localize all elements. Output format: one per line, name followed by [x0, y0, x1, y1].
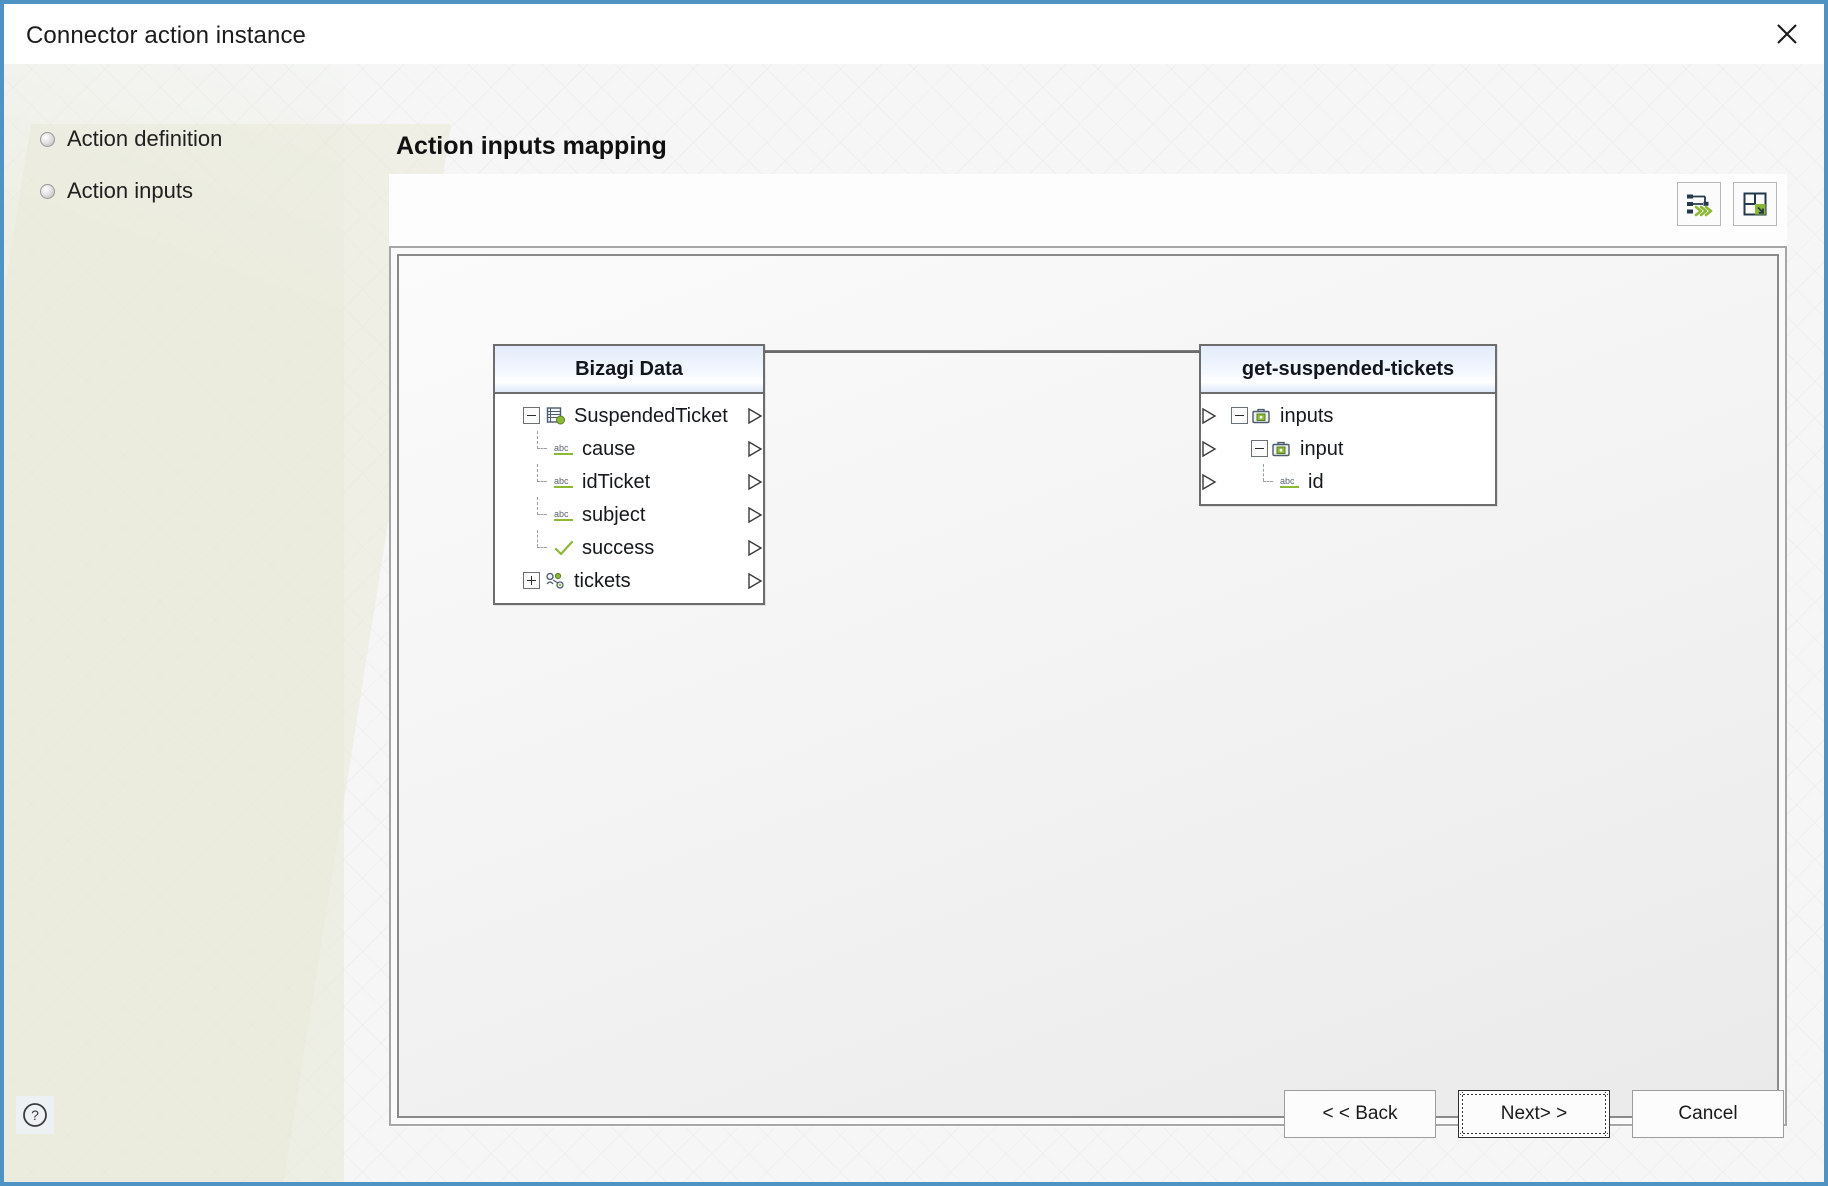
svg-text:abc: abc	[1280, 476, 1295, 486]
row-label: tickets	[574, 569, 631, 592]
row-label: id	[1308, 470, 1324, 493]
row-label: cause	[582, 437, 636, 460]
row-label: inputs	[1280, 404, 1334, 427]
tree-branch-line	[531, 431, 553, 457]
tree-branch-line	[1257, 464, 1279, 490]
port-icon[interactable]	[746, 407, 764, 425]
target-node-title: get-suspended-tickets	[1201, 346, 1495, 394]
mapping-panel: Bizagi Data SuspendedTicket abc cause ab…	[389, 174, 1787, 1127]
table-row[interactable]: abc subject	[495, 497, 764, 531]
back-button[interactable]: < < Back	[1284, 1090, 1436, 1138]
sidebar-item-action-inputs[interactable]: Action inputs	[40, 178, 330, 204]
port-icon-mapped[interactable]	[746, 473, 764, 491]
row-label: success	[582, 536, 655, 559]
row-label: subject	[582, 503, 646, 526]
mapping-toolbar	[1677, 182, 1777, 226]
svg-text:abc: abc	[554, 509, 569, 519]
layout-button[interactable]	[1733, 182, 1777, 226]
port-icon[interactable]	[746, 506, 764, 524]
help-icon[interactable]: ?	[16, 1096, 54, 1134]
source-node-title: Bizagi Data	[495, 346, 763, 394]
entity-icon	[545, 406, 567, 426]
cancel-button[interactable]: Cancel	[1632, 1090, 1784, 1138]
row-label: input	[1300, 437, 1344, 460]
table-row[interactable]: tickets	[495, 564, 763, 597]
port-icon[interactable]	[746, 539, 764, 557]
check-boolean-icon	[553, 538, 575, 558]
page-title: Action inputs mapping	[396, 132, 667, 160]
dialog-body: Action definition Action inputs Action i…	[4, 64, 1824, 1182]
connector-action-instance-dialog: Connector action instance Action definit…	[0, 0, 1828, 1186]
table-row[interactable]: abc idTicket	[495, 464, 764, 498]
abc-string-icon: abc	[553, 472, 575, 492]
source-node-rows: SuspendedTicket abc cause abc idTicket a…	[495, 394, 763, 603]
row-label: SuspendedTicket	[574, 404, 728, 427]
source-node-bizagi-data[interactable]: Bizagi Data SuspendedTicket abc cause ab…	[493, 344, 765, 605]
next-button[interactable]: Next> >	[1458, 1090, 1610, 1138]
wizard-steps-nav: Action definition Action inputs	[40, 126, 330, 230]
table-row[interactable]: input	[1201, 432, 1495, 465]
layout-arrange-icon	[1741, 190, 1769, 218]
tree-branch-line	[531, 464, 553, 490]
table-row[interactable]: inputs	[1201, 399, 1495, 432]
dialog-button-bar: < < Back Next> > Cancel	[1284, 1090, 1784, 1138]
port-icon[interactable]	[746, 572, 764, 590]
table-row[interactable]: SuspendedTicket	[495, 399, 763, 432]
collapse-toggle-icon[interactable]	[523, 407, 540, 424]
sidebar-item-label: Action inputs	[67, 178, 193, 203]
table-row[interactable]: abc id	[1200, 464, 1495, 498]
radio-bullet-icon	[40, 183, 55, 199]
port-icon[interactable]	[1200, 440, 1218, 458]
auto-map-icon	[1685, 190, 1713, 218]
abc-string-icon: abc	[553, 505, 575, 525]
collapse-toggle-icon[interactable]	[1251, 440, 1268, 457]
dialog-footer: ? < < Back Next> > Cancel	[4, 1062, 1824, 1182]
window-title: Connector action instance	[26, 22, 306, 49]
tree-branch-line	[531, 497, 553, 523]
expand-toggle-icon[interactable]	[523, 572, 540, 589]
target-node-rows: inputs input abc id	[1201, 394, 1495, 504]
abc-string-icon: abc	[553, 439, 575, 459]
auto-map-button[interactable]	[1677, 182, 1721, 226]
port-icon[interactable]	[746, 440, 764, 458]
title-bar: Connector action instance	[4, 4, 1824, 64]
port-icon-mapped[interactable]	[1200, 473, 1218, 491]
briefcase-icon	[1251, 406, 1273, 426]
briefcase-icon	[1271, 439, 1293, 459]
target-node-get-suspended-tickets[interactable]: get-suspended-tickets inputs input abc i…	[1199, 344, 1497, 506]
background-watermark-gradient	[4, 64, 344, 1182]
tree-branch-line	[531, 530, 553, 556]
svg-text:abc: abc	[554, 476, 569, 486]
svg-text:?: ?	[31, 1107, 39, 1123]
mapping-canvas-frame: Bizagi Data SuspendedTicket abc cause ab…	[389, 246, 1787, 1126]
mapping-canvas[interactable]: Bizagi Data SuspendedTicket abc cause ab…	[397, 254, 1779, 1118]
close-icon[interactable]	[1764, 12, 1810, 56]
collapse-toggle-icon[interactable]	[1231, 407, 1248, 424]
table-row[interactable]: abc cause	[495, 431, 764, 465]
sidebar-item-action-definition[interactable]: Action definition	[40, 126, 330, 152]
svg-text:abc: abc	[554, 443, 569, 453]
radio-bullet-icon	[40, 131, 55, 147]
background-watermark-shape	[4, 124, 452, 1182]
row-label: idTicket	[582, 470, 651, 493]
collection-icon	[545, 571, 567, 591]
port-icon[interactable]	[1200, 407, 1218, 425]
sidebar-item-label: Action definition	[67, 126, 223, 151]
table-row[interactable]: success	[495, 530, 764, 564]
abc-string-icon: abc	[1279, 472, 1301, 492]
